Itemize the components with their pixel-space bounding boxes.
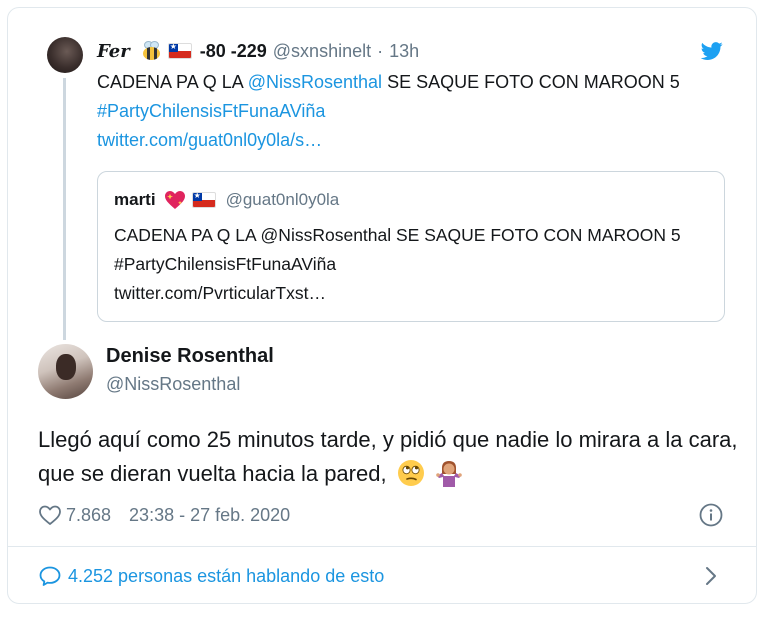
parent-text-mid: SE SAQUE FOTO CON MAROON 5 xyxy=(382,72,680,92)
parent-display-name[interactable]: Fer xyxy=(97,41,130,62)
conversation-link[interactable]: 4.252 personas están hablando de esto xyxy=(38,563,384,589)
main-handle[interactable]: @NissRosenthal xyxy=(106,374,240,395)
parent-time[interactable]: 13h xyxy=(389,41,419,62)
quote-header: marti @guat0nl0y0la xyxy=(114,186,339,214)
like-count[interactable]: 7.868 xyxy=(66,505,111,526)
parent-handle[interactable]: @sxnshinelt xyxy=(273,41,371,62)
divider xyxy=(8,546,757,547)
parent-tweet-text: CADENA PA Q LA @NissRosenthal SE SAQUE F… xyxy=(97,68,717,155)
twitter-bird-icon[interactable] xyxy=(700,40,724,62)
parent-text-start: CADENA PA Q LA xyxy=(97,72,248,92)
info-circle-icon[interactable] xyxy=(699,503,723,527)
parent-score: -80 -229 xyxy=(199,40,267,61)
separator-dot: · xyxy=(377,40,384,61)
quoted-tweet[interactable]: marti @guat0nl0y0la CADENA PA Q LA @Niss… xyxy=(97,171,725,322)
main-display-name[interactable]: Denise Rosenthal xyxy=(106,345,274,368)
parent-url-link[interactable]: twitter.com/guat0nl0y0la/s… xyxy=(97,130,322,150)
person-shrugging-icon xyxy=(436,461,462,487)
conversation-count-text[interactable]: 4.252 personas están hablando de esto xyxy=(68,566,384,587)
bee-emoji-icon xyxy=(140,40,162,62)
sparkling-heart-icon xyxy=(164,190,186,210)
main-text-body: Llegó aquí como 25 minutos tarde, y pidi… xyxy=(38,427,738,486)
chile-flag-icon xyxy=(191,192,216,208)
heart-outline-icon[interactable] xyxy=(38,504,62,526)
mention-link[interactable]: @NissRosenthal xyxy=(248,72,382,92)
hashtag-link[interactable]: #PartyChilensisFtFunaAViña xyxy=(97,101,325,121)
quote-text-body: CADENA PA Q LA @NissRosenthal SE SAQUE F… xyxy=(114,225,681,274)
tweet-timestamp[interactable]: 23:38 - 27 feb. 2020 xyxy=(129,505,290,526)
face-with-rolling-eyes-icon xyxy=(397,460,424,486)
speech-bubble-icon xyxy=(39,566,61,586)
chevron-right-icon[interactable] xyxy=(704,565,718,587)
parent-avatar[interactable] xyxy=(47,37,83,73)
thread-line xyxy=(63,78,66,340)
main-tweet-text: Llegó aquí como 25 minutos tarde, y pidi… xyxy=(38,423,738,491)
main-avatar[interactable] xyxy=(38,344,93,399)
quote-display-name: marti xyxy=(114,190,156,209)
quote-tweet-text: CADENA PA Q LA @NissRosenthal SE SAQUE F… xyxy=(114,221,714,308)
parent-header: Fer -80 -229 @sxnshinelt · 13h xyxy=(97,38,419,64)
tweet-meta-row: 7.868 23:38 - 27 feb. 2020 xyxy=(38,502,290,528)
quote-handle: @guat0nl0y0la xyxy=(225,190,340,209)
chile-flag-icon xyxy=(167,43,192,59)
quote-url: twitter.com/PvrticularTxst… xyxy=(114,283,326,303)
